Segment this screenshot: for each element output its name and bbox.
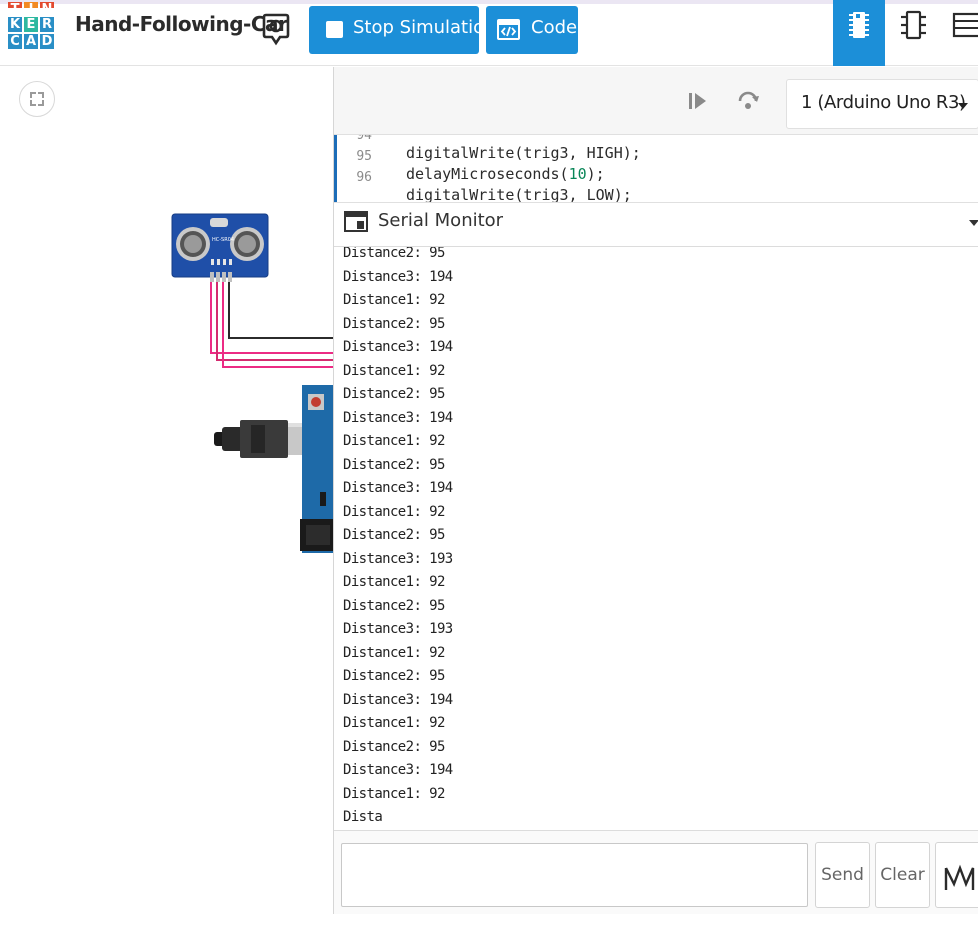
stop-simulation-label: Stop Simulation — [353, 17, 496, 38]
serial-line: Distance2: 95 — [343, 456, 445, 473]
serial-line: Distance3: 194 — [343, 409, 453, 426]
serial-line: Distance3: 194 — [343, 762, 453, 778]
code-button[interactable]: Code — [486, 6, 578, 54]
sensor-label: HC-SR04 — [212, 237, 234, 243]
code-panel: 1 (Arduino Uno R3) 94 digitalWrite(trig3,… — [333, 67, 978, 914]
serial-monitor-header[interactable]: Serial Monitor — [334, 202, 978, 246]
serial-line: Distance1: 92 — [343, 785, 445, 802]
code-toolbar: 1 (Arduino Uno R3) — [334, 67, 978, 135]
code-line: 96 digitalWrite(trig3, LOW); — [356, 170, 632, 203]
serial-line: Distance1: 92 — [343, 292, 445, 308]
project-title[interactable]: Hand-Following-Car — [75, 12, 288, 36]
code-line: 95 delayMicroseconds(10); — [356, 149, 605, 183]
serial-line: Distance1: 92 — [343, 715, 445, 731]
serial-line: Distance1: 92 — [343, 503, 445, 520]
circuit-drawing: HC-SR04 — [171, 213, 334, 553]
logo-letter: E — [24, 17, 38, 32]
serial-line: Distance2: 95 — [343, 246, 445, 261]
serial-line: Distance3: 194 — [343, 339, 453, 355]
serial-footer: Send Clear — [334, 831, 978, 914]
component-list-button[interactable] — [940, 0, 978, 66]
device-selector[interactable]: 1 (Arduino Uno R3) — [786, 79, 978, 129]
logo-letter: I — [24, 2, 38, 17]
serial-monitor-icon — [344, 210, 368, 234]
serial-line: Distance3: 194 — [343, 480, 453, 496]
chevron-down-icon[interactable] — [969, 220, 978, 226]
logo-letter: T — [8, 2, 22, 17]
circuit-canvas[interactable]: HC-SR04 — [8, 67, 334, 914]
circuit-view-button[interactable] — [833, 0, 885, 66]
stop-icon — [326, 21, 343, 38]
serial-line: Distance2: 95 — [343, 386, 445, 402]
serial-line: Distance2: 95 — [343, 315, 445, 332]
tinkercad-app: T I N K E R C A D Hand-Following-Car Sto… — [0, 0, 978, 948]
code-label: Code — [531, 17, 578, 38]
chip-icon — [901, 10, 926, 40]
location-pin-icon[interactable] — [262, 12, 290, 46]
graph-toggle-button[interactable] — [935, 842, 978, 908]
code-icon — [497, 19, 520, 40]
serial-line: Distance1: 92 — [343, 433, 445, 449]
device-selector-value: 1 (Arduino Uno R3) — [801, 92, 966, 113]
logo-letter: N — [40, 2, 54, 17]
clear-button[interactable]: Clear — [875, 842, 930, 908]
top-header: T I N K E R C A D Hand-Following-Car Sto… — [0, 0, 978, 66]
graph-icon — [944, 864, 975, 890]
serial-line: Distance3: 194 — [343, 268, 453, 285]
serial-line: Distance3: 194 — [343, 691, 453, 708]
step-into-icon[interactable] — [689, 91, 709, 111]
logo-letter: R — [40, 17, 54, 32]
serial-line: Dista — [343, 809, 383, 825]
serial-line: Distance1: 92 — [343, 574, 445, 590]
serial-line: Distance2: 95 — [343, 668, 445, 684]
serial-input[interactable] — [341, 843, 808, 907]
logo-letter: K — [8, 17, 22, 32]
serial-line: Distance3: 193 — [343, 621, 453, 637]
serial-output[interactable]: Distance2: 95 Distance3: 194 Distance1: 92… — [334, 246, 978, 831]
serial-line: Distance2: 95 — [343, 738, 445, 755]
arduino-board[interactable] — [300, 385, 334, 553]
arduino-board-icon — [849, 12, 869, 38]
code-editor[interactable]: 94 digitalWrite(trig3, HIGH); 95 delayMicr… — [334, 135, 978, 203]
stop-simulation-button[interactable]: Stop Simulation — [309, 6, 496, 54]
serial-line: Distance3: 193 — [343, 550, 453, 567]
logo-letter: D — [40, 34, 54, 49]
tinkercad-logo[interactable]: T I N K E R C A D — [8, 2, 58, 62]
header-top-strip — [0, 0, 978, 4]
serial-line: Distance1: 92 — [343, 644, 445, 661]
serial-monitor-title: Serial Monitor — [378, 210, 504, 231]
code-line: 94 digitalWrite(trig3, HIGH); — [356, 135, 641, 162]
logo-letter: A — [24, 34, 38, 49]
ultrasonic-sensor[interactable]: HC-SR04 — [171, 213, 269, 282]
schematic-view-button[interactable] — [888, 0, 940, 66]
serial-line: Distance1: 92 — [343, 362, 445, 379]
serial-line: Distance2: 95 — [343, 527, 445, 543]
step-over-icon[interactable] — [737, 89, 759, 111]
send-button[interactable]: Send — [815, 842, 870, 908]
list-icon — [952, 12, 978, 38]
serial-line: Distance2: 95 — [343, 597, 445, 614]
logo-letter: C — [8, 34, 22, 49]
chevron-down-icon — [958, 103, 968, 109]
